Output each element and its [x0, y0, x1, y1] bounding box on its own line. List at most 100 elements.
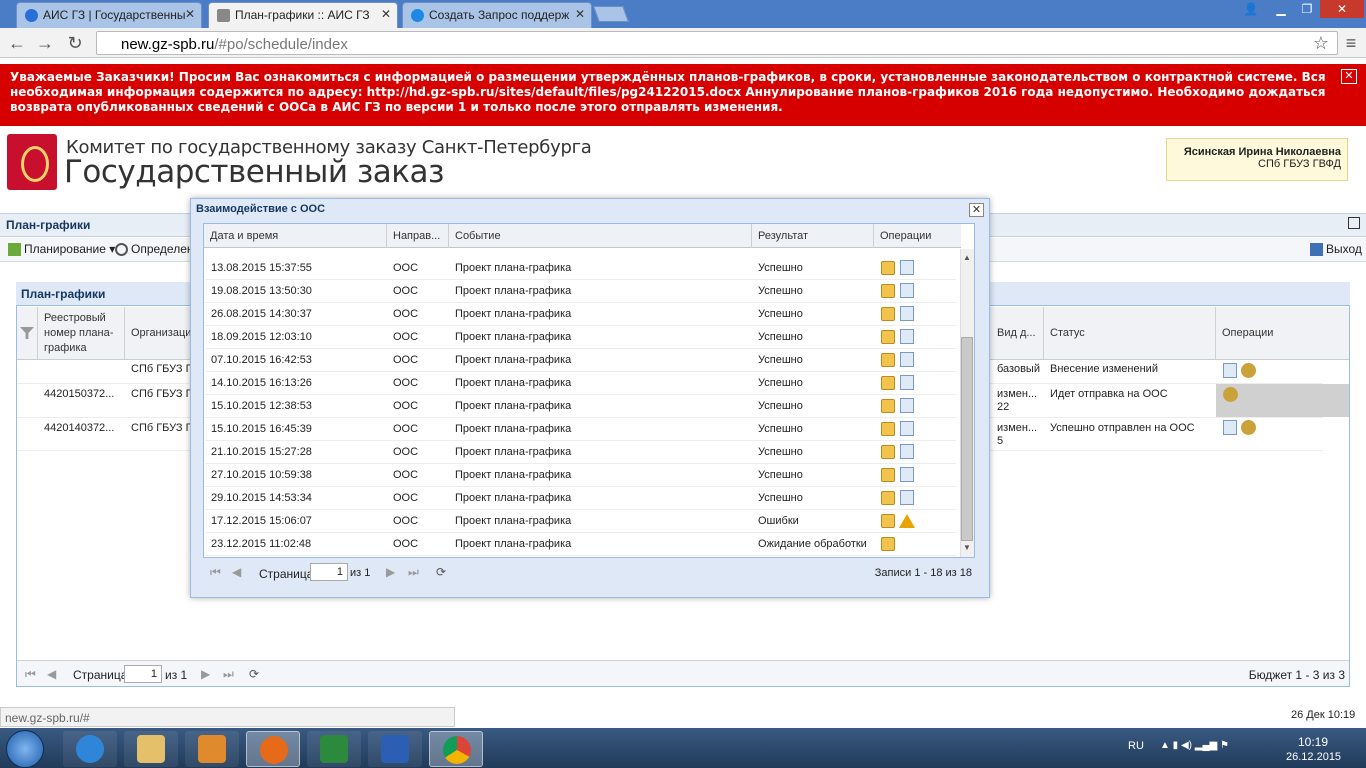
taskbar-ie[interactable]	[63, 731, 117, 767]
tab-close-icon[interactable]: ✕	[575, 7, 585, 21]
tray-icons[interactable]: ▲ ▮ ◀) ▂▄▆ ⚑	[1160, 740, 1229, 751]
column-reg-number[interactable]: Реестровый номер плана-графика	[38, 307, 125, 360]
edit-doc-icon[interactable]	[900, 490, 914, 505]
edit-doc-icon[interactable]	[900, 283, 914, 298]
table-row[interactable]: 29.10.2015 14:53:34 ООС Проект плана-графи…	[205, 487, 956, 510]
table-row[interactable]: 13.08.2015 15:37:55 ООС Проект плана-графи…	[205, 257, 956, 280]
edit-doc-icon[interactable]	[1223, 420, 1237, 435]
column-kind[interactable]: Вид д...	[991, 307, 1044, 360]
table-row[interactable]: 26.08.2015 14:30:37 ООС Проект плана-графи…	[205, 303, 956, 326]
scroll-down-icon[interactable]: ▼	[963, 543, 971, 552]
eagle-emblem-icon[interactable]	[1241, 363, 1256, 378]
table-row[interactable]: 27.10.2015 10:59:38 ООС Проект плана-графи…	[205, 464, 956, 487]
minimize-button[interactable]: ▁	[1268, 0, 1294, 18]
edit-doc-icon[interactable]	[900, 467, 914, 482]
last-page-icon[interactable]: ⏭	[223, 667, 234, 682]
column-result[interactable]: Результат	[752, 224, 874, 248]
planning-menu-button[interactable]: Планирование ▾	[8, 242, 115, 256]
maximize-panel-icon[interactable]	[1348, 217, 1360, 229]
edit-doc-icon[interactable]	[900, 444, 914, 459]
scroll-up-icon[interactable]: ▲	[963, 253, 971, 262]
next-page-icon[interactable]: ▶	[386, 565, 395, 579]
scroll-thumb[interactable]	[961, 337, 973, 541]
clock-date[interactable]: 26.12.2015	[1286, 751, 1341, 763]
clock-time[interactable]: 10:19	[1298, 735, 1328, 749]
package-icon[interactable]	[881, 445, 895, 459]
table-row[interactable]: 14.10.2015 16:13:26 ООС Проект плана-графи…	[205, 372, 956, 395]
package-icon[interactable]	[881, 261, 895, 275]
column-operations[interactable]: Операции	[1216, 307, 1349, 360]
package-icon[interactable]	[881, 422, 895, 436]
page-input[interactable]: 1	[310, 563, 348, 581]
bookmark-star-icon[interactable]: ☆	[1310, 32, 1332, 54]
edit-doc-icon[interactable]	[900, 398, 914, 413]
edit-doc-icon[interactable]	[900, 329, 914, 344]
page-input[interactable]: 1	[124, 665, 162, 683]
dialog-close-button[interactable]: ✕	[969, 203, 984, 217]
taskbar-excel[interactable]	[307, 731, 361, 767]
refresh-icon[interactable]: ⟳	[436, 565, 446, 579]
column-direction[interactable]: Направ...	[387, 224, 449, 248]
package-icon[interactable]	[881, 491, 895, 505]
browser-tab-support[interactable]: Создать Запрос поддерж ✕	[402, 2, 592, 28]
restore-button[interactable]: ❐	[1294, 0, 1320, 18]
prev-page-icon[interactable]: ◀	[47, 667, 56, 681]
taskbar-chrome[interactable]	[429, 731, 483, 767]
table-row[interactable]: 19.08.2015 13:50:30 ООС Проект плана-графи…	[205, 280, 956, 303]
user-icon[interactable]: 👤	[1237, 0, 1265, 18]
column-datetime[interactable]: Дата и время	[204, 224, 387, 248]
table-row[interactable]: 18.09.2015 12:03:10 ООС Проект плана-графи…	[205, 326, 956, 349]
reload-button[interactable]: ↻	[64, 32, 86, 54]
package-icon[interactable]	[881, 330, 895, 344]
refresh-icon[interactable]: ⟳	[249, 667, 259, 681]
taskbar-word[interactable]	[368, 731, 422, 767]
table-row[interactable]: 23.12.2015 11:02:48 ООС Проект плана-графи…	[205, 533, 956, 556]
new-tab-button[interactable]	[593, 6, 629, 22]
edit-doc-icon[interactable]	[900, 306, 914, 321]
column-status[interactable]: Статус	[1044, 307, 1216, 360]
table-row[interactable]: 07.10.2015 16:42:53 ООС Проект плана-графи…	[205, 349, 956, 372]
package-icon[interactable]	[881, 284, 895, 298]
banner-close-button[interactable]: ✕	[1341, 69, 1357, 84]
prev-page-icon[interactable]: ◀	[232, 565, 241, 579]
edit-doc-icon[interactable]	[900, 375, 914, 390]
close-window-button[interactable]: ✕	[1320, 0, 1364, 18]
chrome-menu-icon[interactable]: ≡	[1340, 32, 1362, 54]
address-bar[interactable]: new.gz-spb.ru/#po/schedule/index	[96, 31, 1338, 55]
package-icon[interactable]	[881, 468, 895, 482]
edit-doc-icon[interactable]	[900, 352, 914, 367]
taskbar-firefox[interactable]	[246, 731, 300, 767]
package-icon[interactable]	[881, 399, 895, 413]
package-icon[interactable]	[881, 537, 895, 551]
start-button[interactable]	[6, 730, 44, 768]
browser-tab-ais[interactable]: АИС ГЗ | Государственны ✕	[16, 2, 202, 28]
edit-doc-icon[interactable]	[900, 421, 914, 436]
package-icon[interactable]	[881, 353, 895, 367]
table-row[interactable]: 17.12.2015 15:06:07 ООС Проект плана-графи…	[205, 510, 956, 533]
package-icon[interactable]	[881, 376, 895, 390]
eagle-emblem-icon[interactable]	[1223, 387, 1238, 402]
exit-button[interactable]: Выход	[1310, 242, 1362, 256]
warning-icon[interactable]	[899, 514, 915, 528]
column-org[interactable]: Организаци	[125, 307, 195, 360]
define-menu-button[interactable]: Определени	[115, 242, 191, 256]
tab-close-icon[interactable]: ✕	[381, 7, 391, 21]
first-page-icon[interactable]: ⏮	[25, 667, 36, 682]
back-button[interactable]: ←	[6, 32, 28, 54]
eagle-emblem-icon[interactable]	[1241, 420, 1256, 435]
table-row[interactable]: 21.10.2015 15:27:28 ООС Проект плана-графи…	[205, 441, 956, 464]
column-event[interactable]: Событие	[449, 224, 752, 248]
edit-doc-icon[interactable]	[1223, 363, 1237, 378]
last-page-icon[interactable]: ⏭	[408, 565, 419, 580]
package-icon[interactable]	[881, 307, 895, 321]
browser-tab-schedules[interactable]: План-графики :: АИС ГЗ ✕	[208, 2, 398, 28]
language-indicator[interactable]: RU	[1128, 740, 1144, 752]
table-row[interactable]: 15.10.2015 12:38:53 ООС Проект плана-графи…	[205, 395, 956, 418]
package-icon[interactable]	[881, 514, 895, 528]
taskbar-media[interactable]	[185, 731, 239, 767]
forward-button[interactable]: →	[34, 32, 56, 54]
tab-close-icon[interactable]: ✕	[185, 7, 195, 21]
next-page-icon[interactable]: ▶	[201, 667, 210, 681]
column-operations[interactable]: Операции	[874, 224, 961, 248]
taskbar-explorer[interactable]	[124, 731, 178, 767]
